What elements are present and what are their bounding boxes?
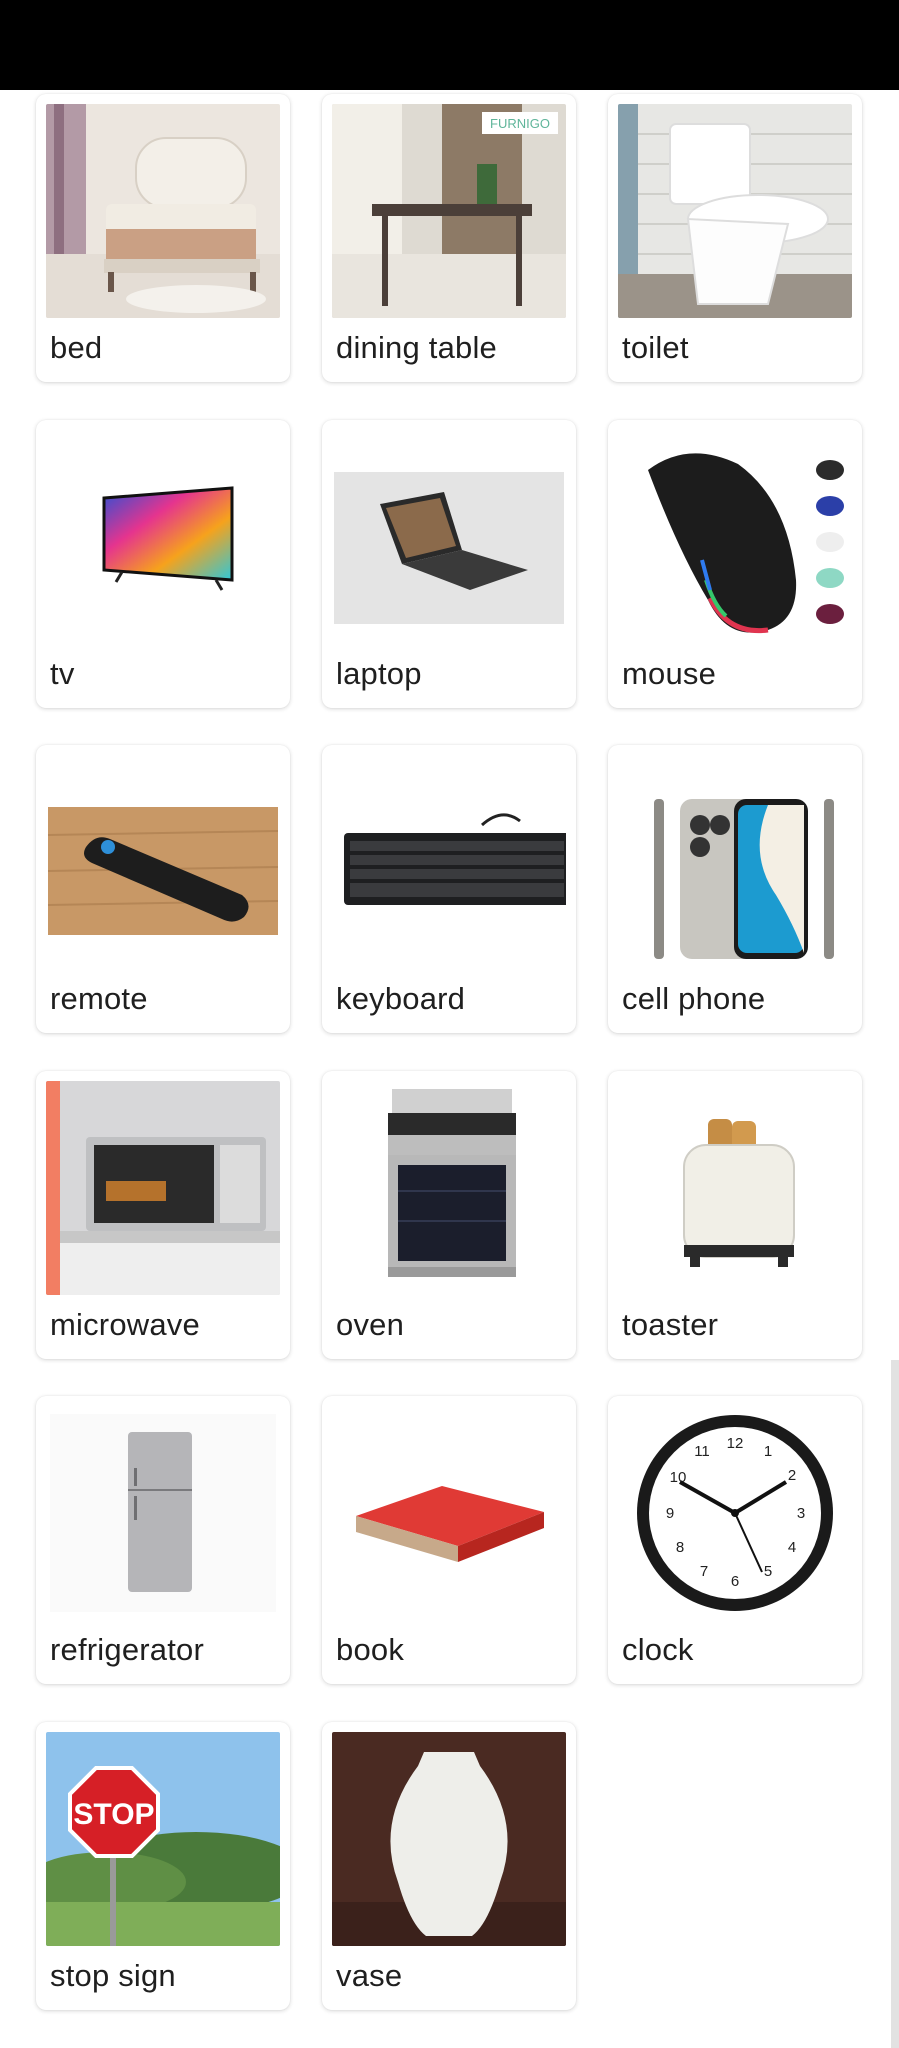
card-microwave[interactable]: microwave — [36, 1071, 290, 1359]
card-mouse[interactable]: mouse — [608, 420, 862, 708]
clock-numeral-8: 8 — [676, 1539, 684, 1556]
clock-image: 12 1 2 3 4 5 6 7 8 9 10 11 — [618, 1406, 852, 1620]
laptop-label: laptop — [336, 656, 422, 691]
book-label: book — [336, 1632, 405, 1667]
stop-sign-image: STOP — [46, 1732, 280, 1946]
clock-numeral-6: 6 — [731, 1573, 739, 1590]
toilet-label: toilet — [622, 330, 689, 365]
refrigerator-image — [46, 1406, 280, 1620]
stop-sign-label: stop sign — [50, 1958, 176, 1993]
toaster-label: toaster — [622, 1307, 719, 1342]
card-toilet[interactable]: toilet — [608, 94, 862, 382]
scrollbar[interactable] — [891, 1360, 899, 2048]
book-image — [332, 1406, 566, 1620]
mouse-image — [618, 430, 852, 644]
clock-numeral-7: 7 — [700, 1563, 708, 1580]
clock-numeral-5: 5 — [764, 1563, 772, 1580]
keyboard-image — [332, 755, 566, 969]
oven-image — [332, 1081, 566, 1295]
dining-table-label: dining table — [336, 330, 497, 365]
mouse-label: mouse — [622, 656, 717, 691]
cell-phone-image — [618, 755, 852, 969]
keyboard-label: keyboard — [336, 981, 466, 1016]
clock-numeral-3: 3 — [797, 1505, 805, 1522]
stop-sign-text: STOP — [73, 1798, 154, 1831]
microwave-label: microwave — [50, 1307, 200, 1342]
oven-label: oven — [336, 1307, 405, 1342]
toaster-image — [618, 1081, 852, 1295]
clock-numeral-1: 1 — [764, 1443, 772, 1460]
card-book[interactable]: book — [322, 1396, 576, 1684]
dining-table-image: FURNIGO — [332, 104, 566, 318]
card-stop-sign[interactable]: STOP stop sign — [36, 1722, 290, 2010]
bed-image — [46, 104, 280, 318]
remote-image — [46, 755, 280, 969]
card-toaster[interactable]: toaster — [608, 1071, 862, 1359]
vase-label: vase — [336, 1958, 403, 1993]
card-remote[interactable]: remote — [36, 745, 290, 1033]
cell-phone-label: cell phone — [622, 981, 766, 1016]
furnigo-watermark: FURNIGO — [490, 116, 550, 131]
tv-image — [46, 430, 280, 644]
card-vase[interactable]: vase — [322, 1722, 576, 2010]
refrigerator-label: refrigerator — [50, 1632, 205, 1667]
remote-label: remote — [50, 981, 148, 1016]
tv-label: tv — [50, 656, 75, 691]
clock-numeral-12: 12 — [727, 1435, 744, 1452]
card-cell-phone[interactable]: cell phone — [608, 745, 862, 1033]
laptop-image — [332, 430, 566, 644]
toilet-image — [618, 104, 852, 318]
card-tv[interactable]: tv — [36, 420, 290, 708]
clock-numeral-9: 9 — [666, 1505, 674, 1522]
card-refrigerator[interactable]: refrigerator — [36, 1396, 290, 1684]
clock-numeral-11: 11 — [694, 1443, 710, 1460]
card-clock[interactable]: 12 1 2 3 4 5 6 7 8 9 10 11 clock — [608, 1396, 862, 1684]
card-keyboard[interactable]: keyboard — [322, 745, 576, 1033]
card-bed[interactable]: bed — [36, 94, 290, 382]
object-grid: bed FURNIGO dining table toilet tv lapto… — [0, 0, 899, 2048]
vase-image — [332, 1732, 566, 1946]
clock-numeral-4: 4 — [788, 1539, 796, 1556]
card-laptop[interactable]: laptop — [322, 420, 576, 708]
microwave-image — [46, 1081, 280, 1295]
card-dining-table[interactable]: FURNIGO dining table — [322, 94, 576, 382]
clock-numeral-2: 2 — [788, 1467, 796, 1484]
bed-label: bed — [50, 330, 103, 365]
clock-label: clock — [622, 1632, 694, 1667]
card-oven[interactable]: oven — [322, 1071, 576, 1359]
